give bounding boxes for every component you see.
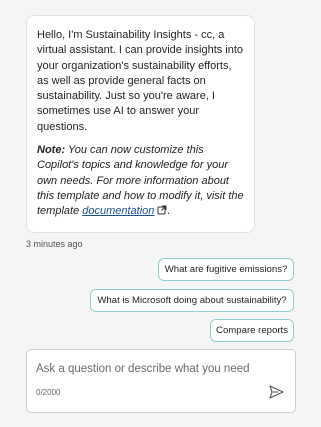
message-timestamp: 3 minutes ago — [26, 239, 83, 249]
send-button[interactable] — [267, 384, 285, 404]
external-link-icon[interactable] — [157, 205, 167, 220]
suggestion-compare-reports-button[interactable]: Compare reports — [210, 319, 294, 342]
bot-message-intro: Hello, I'm Sustainability Insights - cc,… — [37, 29, 244, 133]
message-composer: 0/2000 — [26, 349, 296, 413]
suggestion-fugitive-emissions-button[interactable]: What are fugitive emissions? — [158, 258, 294, 281]
note-label: Note: — [37, 144, 66, 157]
bot-message-bubble: Hello, I'm Sustainability Insights - cc,… — [26, 15, 255, 233]
bot-message-note: Note: You can now customize this Copilot… — [37, 143, 244, 220]
suggestion-microsoft-sustainability-button[interactable]: What is Microsoft doing about sustainabi… — [90, 289, 294, 312]
documentation-link[interactable]: documentation — [82, 205, 154, 217]
note-end: . — [167, 205, 171, 218]
character-counter: 0/2000 — [36, 388, 61, 397]
send-icon — [268, 384, 284, 404]
message-input[interactable] — [36, 360, 281, 378]
